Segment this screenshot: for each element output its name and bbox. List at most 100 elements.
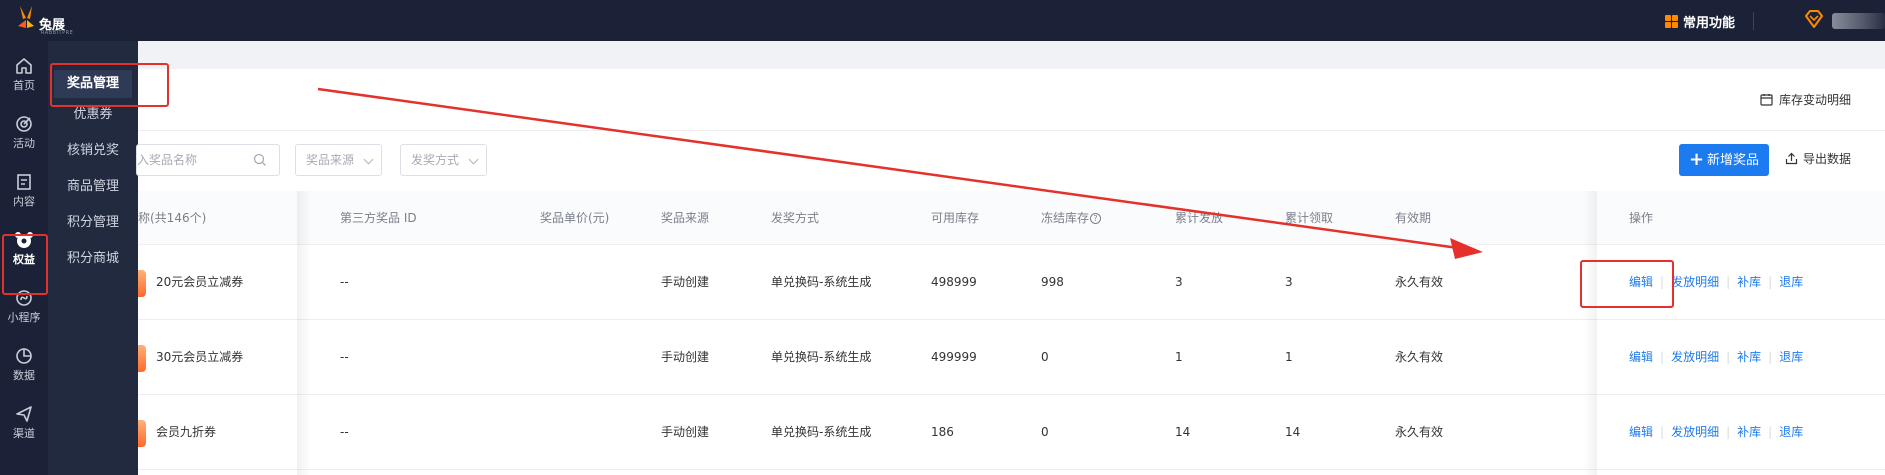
add-prize-button[interactable]: + 新增奖品	[1679, 144, 1769, 176]
cell-claimed: 14	[1285, 425, 1301, 439]
col-third-party-id: 第三方奖品 ID	[340, 211, 417, 225]
cell-frozen: 998	[1041, 275, 1064, 289]
common-functions-label: 常用功能	[1683, 15, 1736, 31]
cell-validity: 永久有效	[1395, 425, 1444, 439]
cell-name: 会员九折券	[156, 425, 217, 439]
row-actions: 编辑 | 发放明细 | 补库 | 退库	[1629, 320, 1803, 395]
divider: |	[1726, 350, 1731, 364]
restock-link[interactable]: 补库	[1737, 350, 1761, 364]
nav-label: 内容	[13, 195, 35, 208]
prize-thumbnail	[138, 270, 146, 297]
cell-source: 手动创建	[661, 350, 710, 364]
cell-claimed: 1	[1285, 350, 1293, 364]
cell-claimed: 3	[1285, 275, 1293, 289]
document-icon	[17, 174, 31, 190]
nav-label: 首页	[13, 79, 35, 92]
nav-item-channel[interactable]: 渠道	[0, 397, 48, 449]
calendar-icon	[1760, 94, 1773, 106]
top-bar: 兔展 RABBITPRE 常用功能	[0, 0, 1885, 41]
nav-item-data[interactable]: 数据	[0, 339, 48, 391]
col-source: 奖品来源	[661, 211, 710, 225]
row-actions: 编辑 | 发放明细 | 补库 | 退库	[1629, 395, 1803, 470]
table-row: 30元会员立减券 -- 手动创建 单兑换码-系统生成 499999 0 1 1 …	[138, 320, 1885, 395]
issue-detail-link[interactable]: 发放明细	[1671, 275, 1719, 289]
cell-name: 20元会员立减券	[156, 275, 244, 289]
info-icon[interactable]: ?	[1090, 213, 1102, 224]
cell-source: 手动创建	[661, 275, 710, 289]
issue-detail-link[interactable]: 发放明细	[1671, 425, 1719, 439]
cell-source: 手动创建	[661, 425, 710, 439]
col-claimed: 累计领取	[1285, 211, 1334, 225]
nav-label: 渠道	[13, 427, 35, 440]
cell-issued: 14	[1175, 425, 1191, 439]
search-icon[interactable]	[253, 153, 267, 167]
restock-link[interactable]: 补库	[1737, 275, 1761, 289]
subnav-item-redemption[interactable]: 核销兑奖	[54, 137, 132, 165]
cell-name: 30元会员立减券	[156, 350, 244, 364]
export-icon	[1785, 152, 1798, 165]
restock-link[interactable]: 补库	[1737, 425, 1761, 439]
filter-bar: 入奖品名称 奖品来源 发奖方式 + 新增奖品 导出数据	[136, 131, 1885, 191]
divider: |	[1726, 275, 1731, 289]
cell-issued: 1	[1175, 350, 1183, 364]
subnav-item-points-mall[interactable]: 积分商城	[54, 245, 132, 273]
return-stock-link[interactable]: 退库	[1779, 425, 1803, 439]
edit-link[interactable]: 编辑	[1629, 350, 1653, 364]
nav-item-home[interactable]: 首页	[0, 49, 48, 101]
divider: |	[1768, 425, 1773, 439]
export-label: 导出数据	[1803, 152, 1852, 166]
stock-detail-link[interactable]: 库存变动明细	[1760, 91, 1851, 108]
pie-chart-icon	[16, 348, 32, 364]
cell-issued: 3	[1175, 275, 1183, 289]
fixed-column-shadow	[297, 191, 311, 475]
return-stock-link[interactable]: 退库	[1779, 275, 1803, 289]
cell-frozen: 0	[1041, 350, 1049, 364]
prize-thumbnail	[138, 345, 146, 372]
nav-item-activity[interactable]: 活动	[0, 107, 48, 159]
send-icon	[16, 406, 32, 422]
col-frozen: 冻结库存?	[1041, 191, 1102, 245]
col-available: 可用库存	[931, 211, 980, 225]
edit-link[interactable]: 编辑	[1629, 425, 1653, 439]
divider: |	[1768, 275, 1773, 289]
return-stock-link[interactable]: 退库	[1779, 350, 1803, 364]
cell-third-party-id: --	[340, 275, 349, 289]
subnav-item-products[interactable]: 商品管理	[54, 173, 132, 201]
avatar[interactable]	[1832, 13, 1885, 29]
method-select[interactable]: 发奖方式	[400, 144, 487, 176]
table-header: 称(共146个) 第三方奖品 ID 奖品单价(元) 奖品来源 发奖方式 可用库存…	[138, 191, 1885, 245]
cell-third-party-id: --	[340, 425, 349, 439]
diamond-icon[interactable]	[1803, 8, 1825, 30]
divider: |	[1660, 425, 1665, 439]
annotation-box-prize-management	[50, 63, 169, 107]
cell-validity: 永久有效	[1395, 350, 1444, 364]
divider	[1753, 12, 1754, 30]
logo[interactable]: 兔展 RABBITPRE	[14, 4, 74, 36]
source-select[interactable]: 奖品来源	[295, 144, 382, 176]
app-window: 兔展 RABBITPRE 常用功能 首页 活动 内容 权益 小程序 数据 渠道 …	[0, 0, 1885, 475]
col-method: 发奖方式	[771, 211, 820, 225]
method-placeholder: 发奖方式	[411, 153, 460, 167]
col-actions: 操作	[1629, 211, 1654, 225]
col-unit-price: 奖品单价(元)	[540, 211, 610, 225]
source-placeholder: 奖品来源	[306, 153, 355, 167]
stock-detail-label: 库存变动明细	[1779, 93, 1852, 107]
nav-label: 小程序	[7, 311, 41, 324]
annotation-box-edit	[1580, 260, 1674, 308]
common-functions-button[interactable]: 常用功能	[1665, 11, 1735, 31]
subnav-item-points[interactable]: 积分管理	[54, 209, 132, 237]
target-icon	[16, 116, 32, 132]
chevron-down-icon	[468, 154, 479, 165]
export-button[interactable]: 导出数据	[1785, 150, 1851, 167]
search-input[interactable]: 入奖品名称	[136, 144, 280, 176]
annotation-box-benefits	[2, 234, 48, 295]
nav-label: 活动	[13, 137, 35, 150]
main-content: 库存变动明细 入奖品名称 奖品来源 发奖方式 + 新增奖品 导出数据 称(共14…	[136, 41, 1885, 475]
issue-detail-link[interactable]: 发放明细	[1671, 350, 1719, 364]
cell-third-party-id: --	[340, 350, 349, 364]
nav-item-content[interactable]: 内容	[0, 165, 48, 217]
plus-icon: +	[1688, 149, 1705, 170]
cell-validity: 永久有效	[1395, 275, 1444, 289]
divider: |	[1726, 425, 1731, 439]
col-frozen-label: 冻结库存	[1041, 211, 1090, 225]
